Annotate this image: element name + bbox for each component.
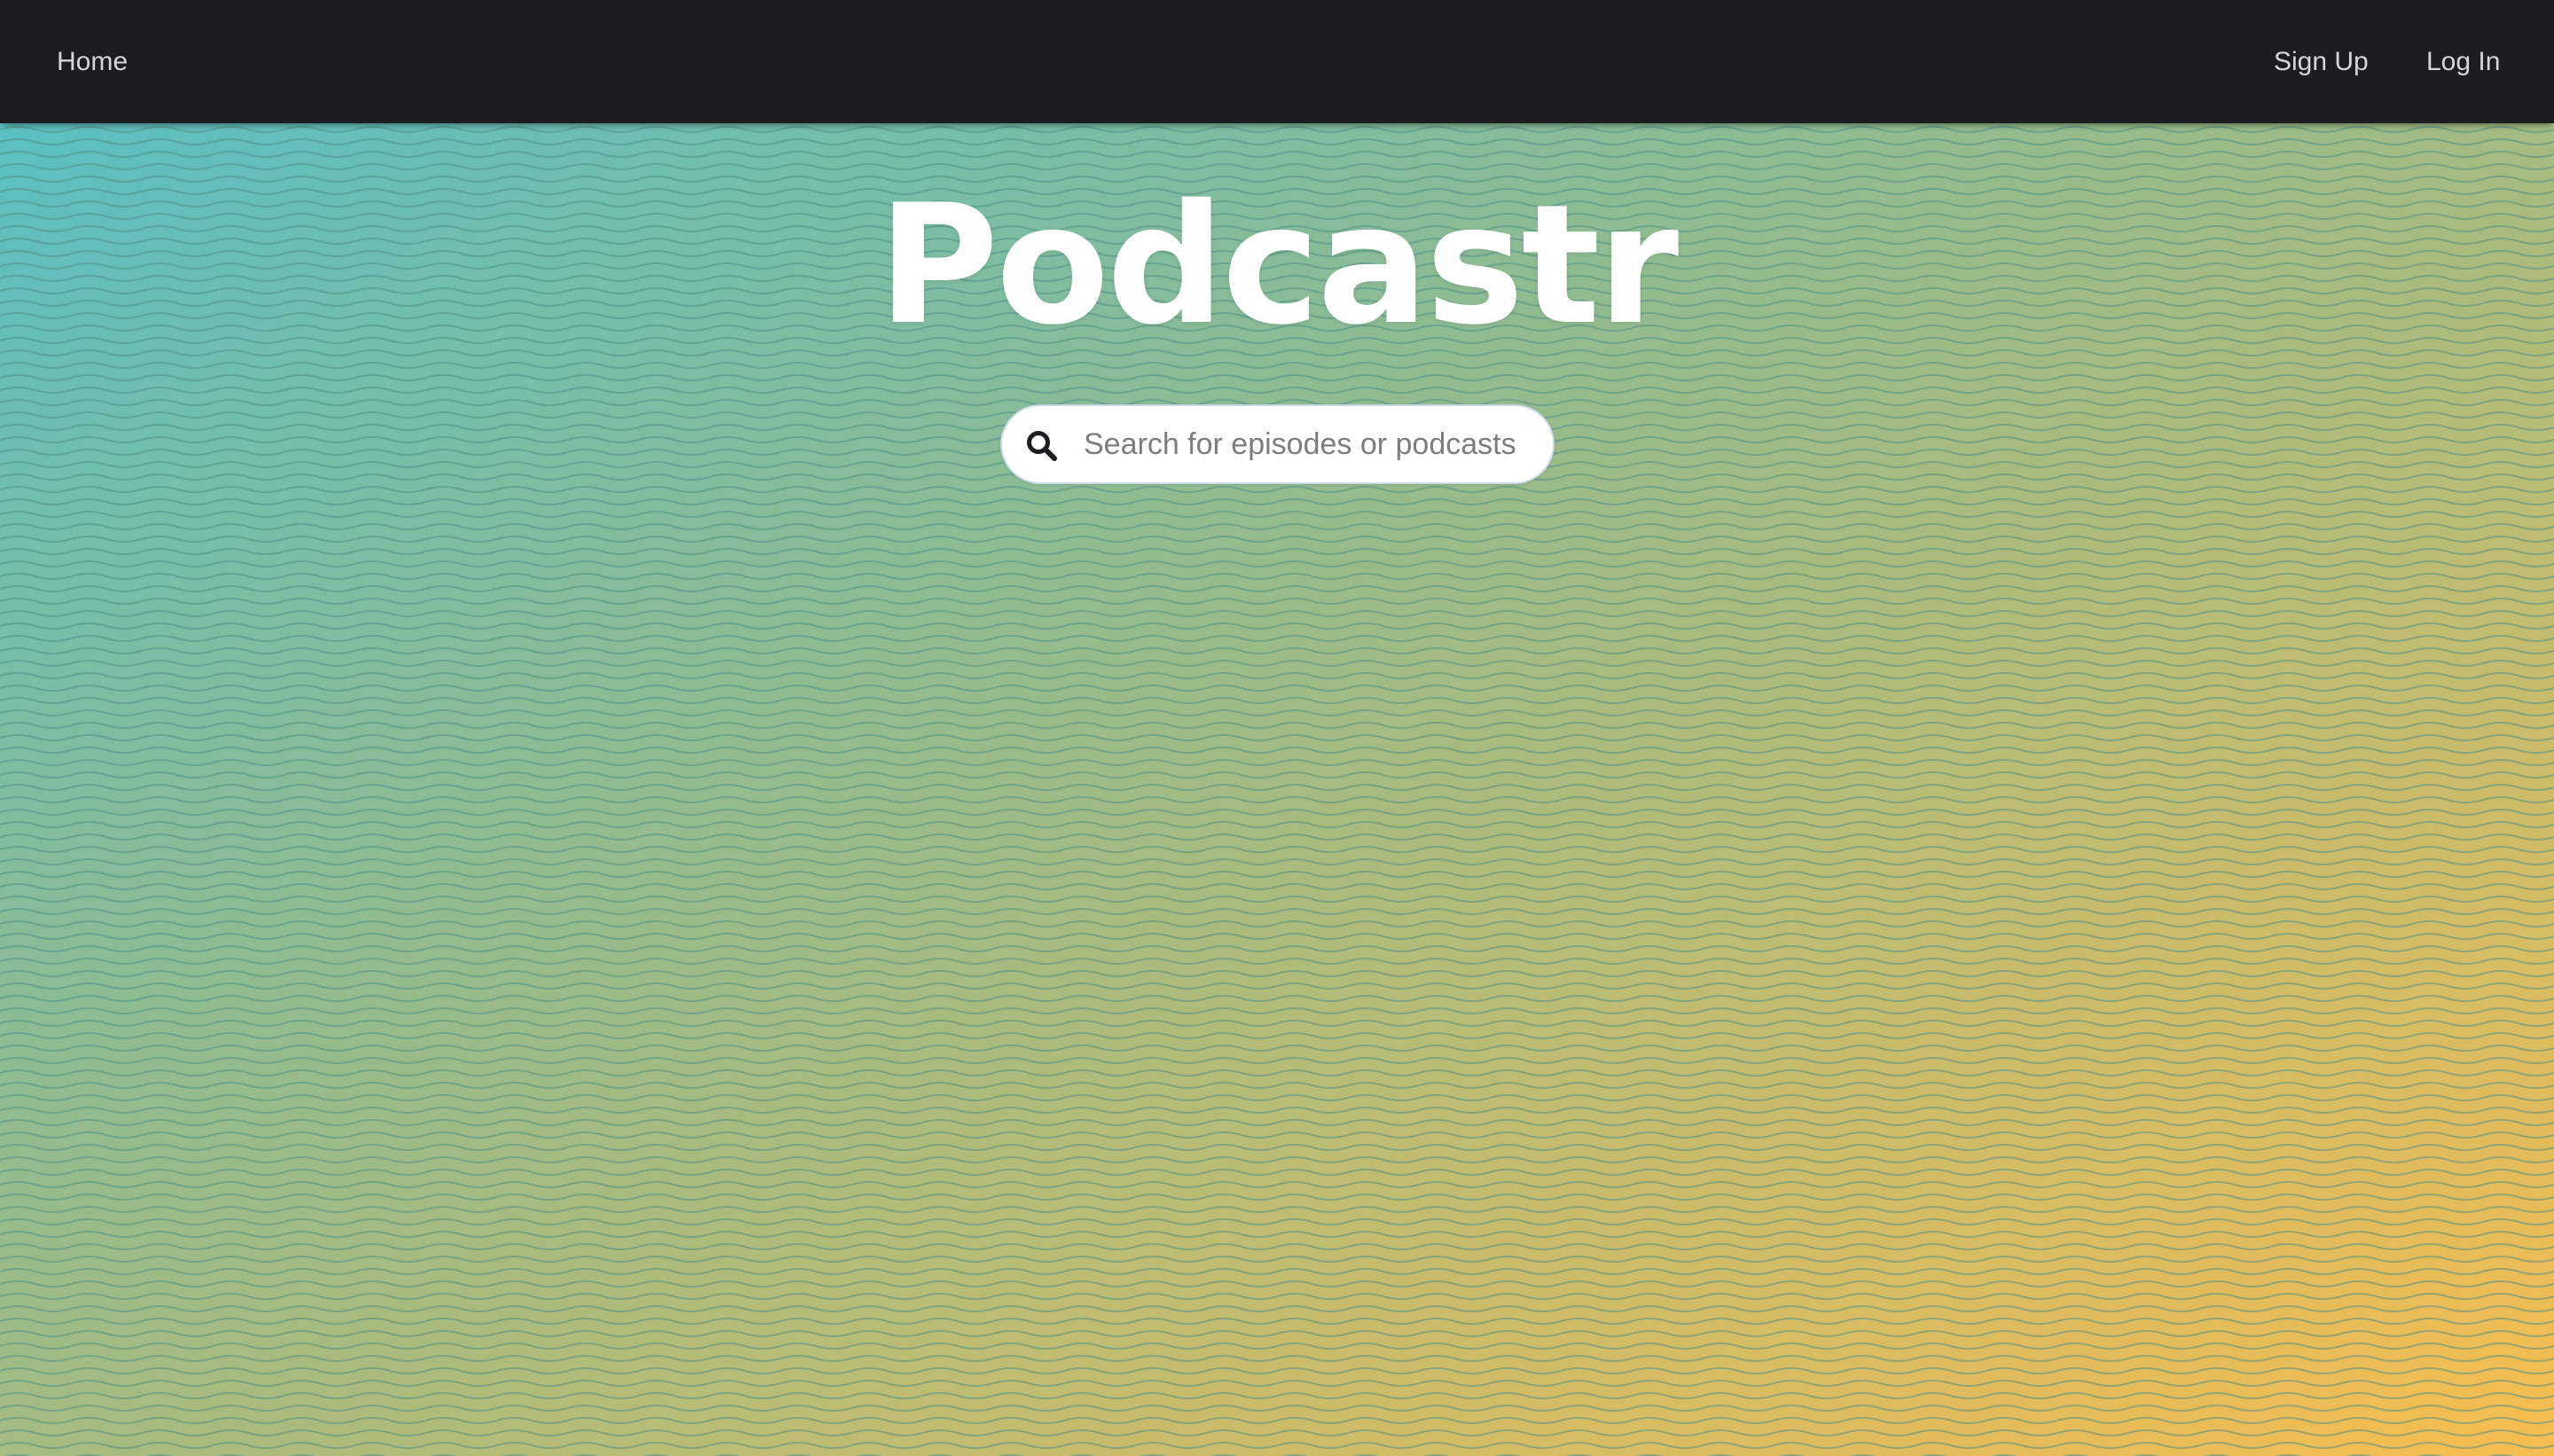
search-input[interactable] <box>1084 406 1540 482</box>
nav-login-link[interactable]: Log In <box>2426 0 2500 123</box>
nav-home-link[interactable]: Home <box>57 0 128 123</box>
page-title: Podcastr <box>877 168 1679 361</box>
hero-section: Podcastr <box>0 123 2554 1456</box>
search-icon <box>1025 429 1059 463</box>
search-bar[interactable] <box>1000 404 1555 484</box>
nav-signup-link[interactable]: Sign Up <box>2274 0 2369 123</box>
top-navbar: Home Sign Up Log In <box>0 0 2554 123</box>
